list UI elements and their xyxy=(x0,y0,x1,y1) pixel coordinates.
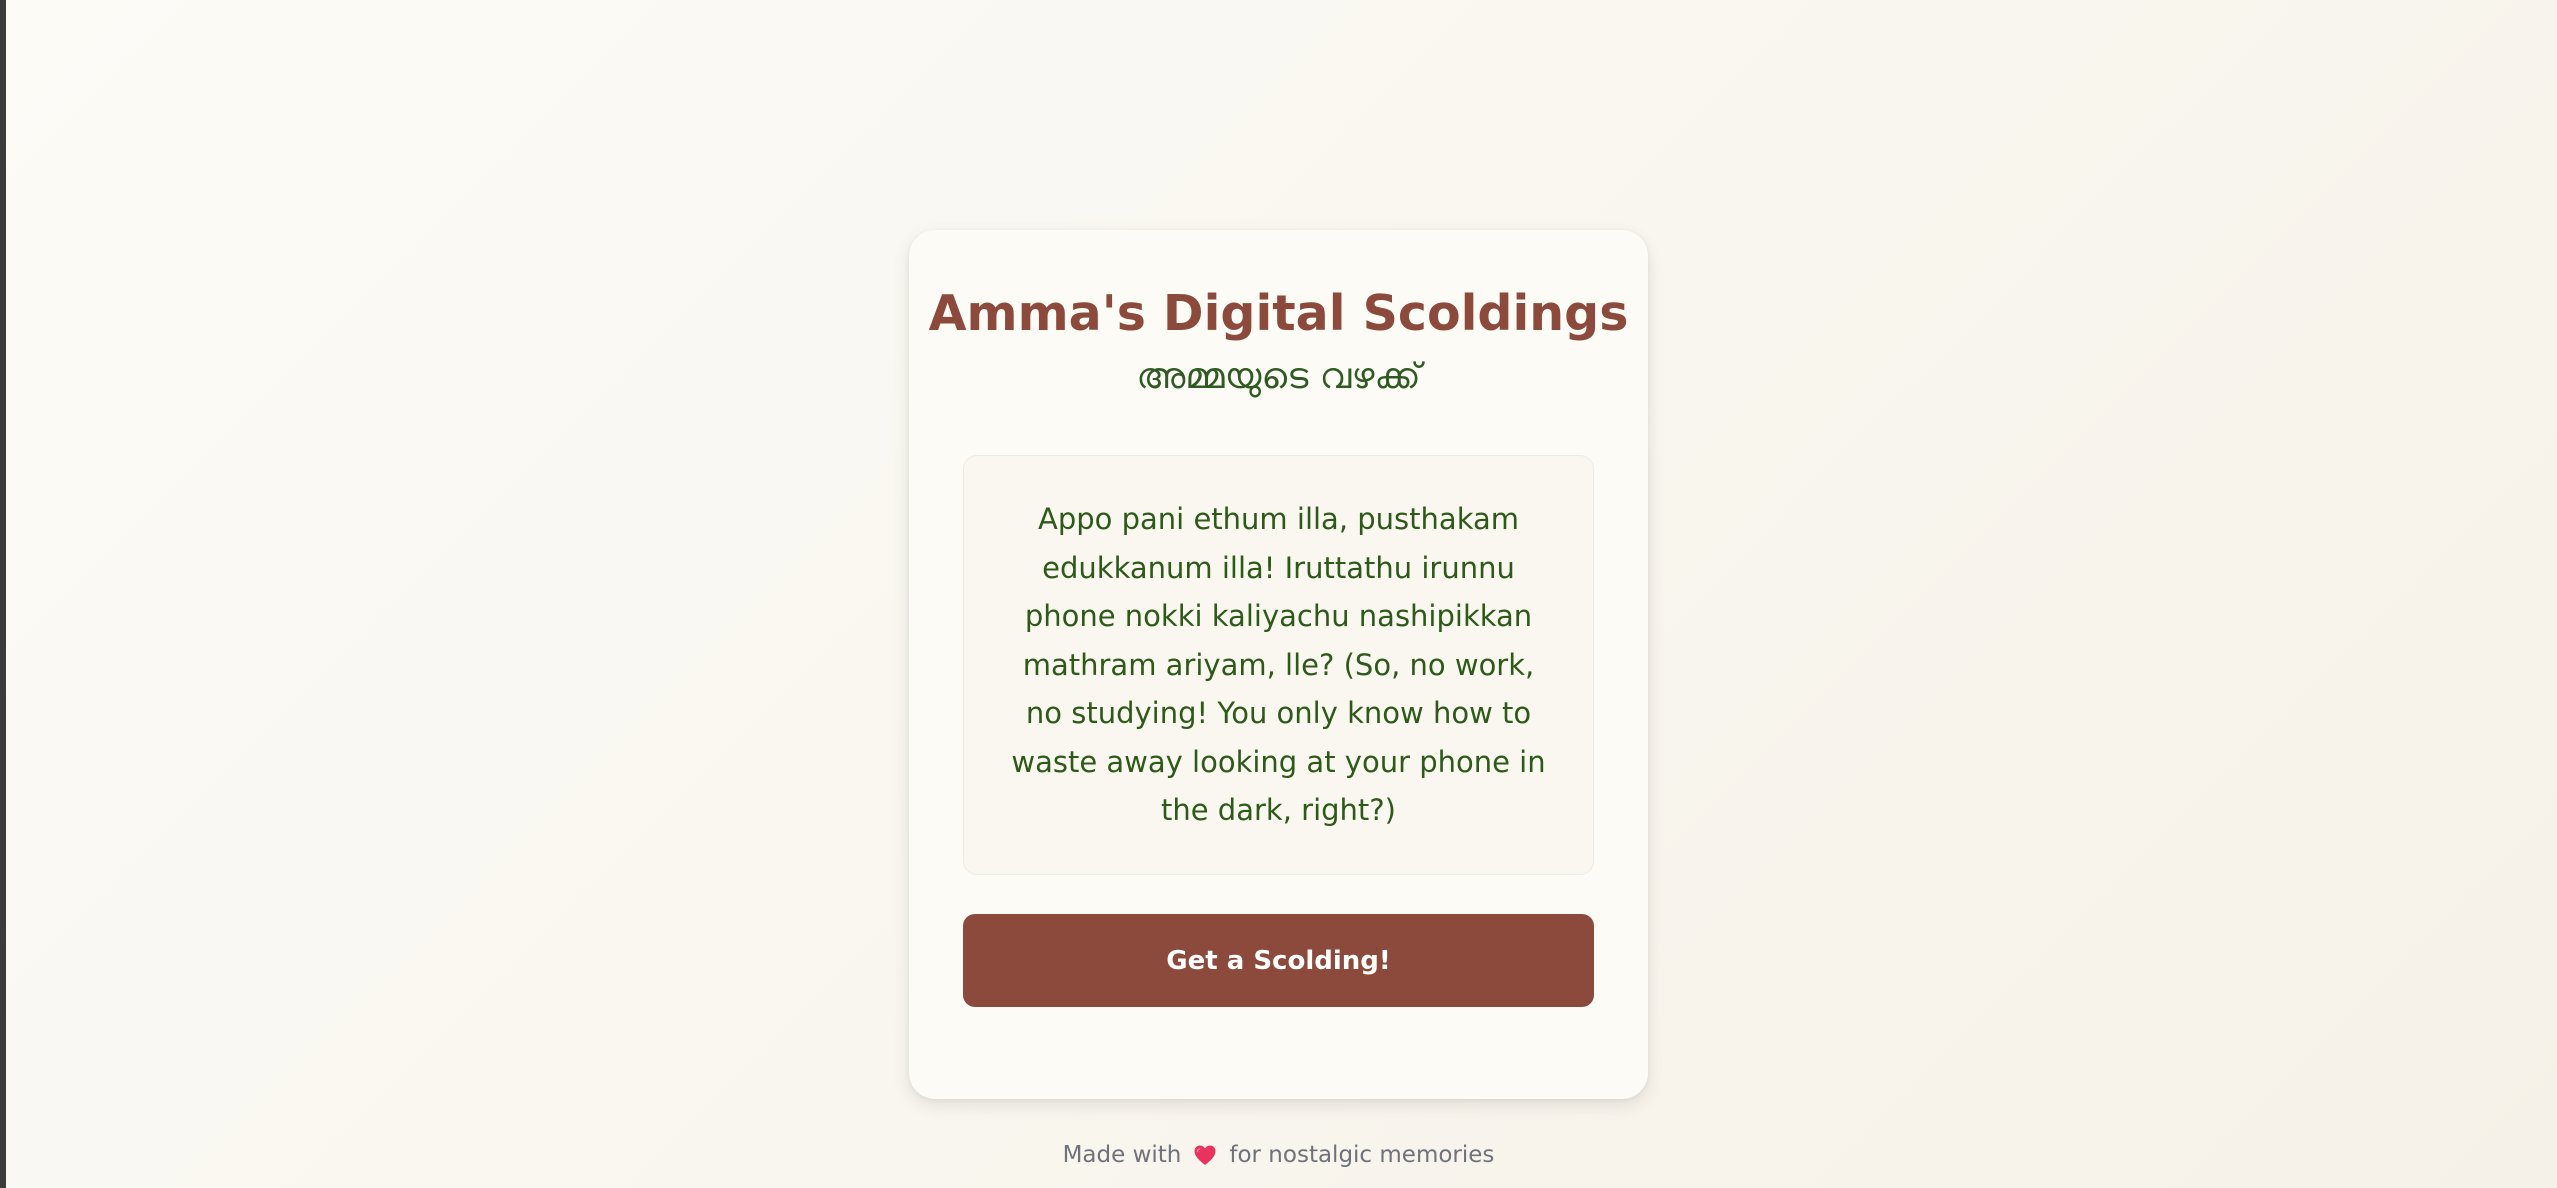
window-left-edge xyxy=(0,0,6,1188)
scolding-text: Appo pani ethum illa, pusthakam edukkanu… xyxy=(1011,502,1546,828)
app-subtitle-malayalam: അമ്മയുടെ വഴക്ക് xyxy=(1136,356,1421,397)
footer-prefix: Made with xyxy=(1062,1142,1182,1168)
app-title: Amma's Digital Scoldings xyxy=(928,285,1629,342)
heart-icon xyxy=(1193,1144,1217,1166)
get-scolding-button[interactable]: Get a Scolding! xyxy=(963,914,1594,1007)
scolding-card: Amma's Digital Scoldings അമ്മയുടെ വഴക്ക്… xyxy=(909,230,1648,1099)
footer-suffix: for nostalgic memories xyxy=(1229,1142,1495,1168)
footer: Made with for nostalgic memories xyxy=(0,1137,2557,1173)
scolding-quote-box: Appo pani ethum illa, pusthakam edukkanu… xyxy=(963,455,1594,875)
